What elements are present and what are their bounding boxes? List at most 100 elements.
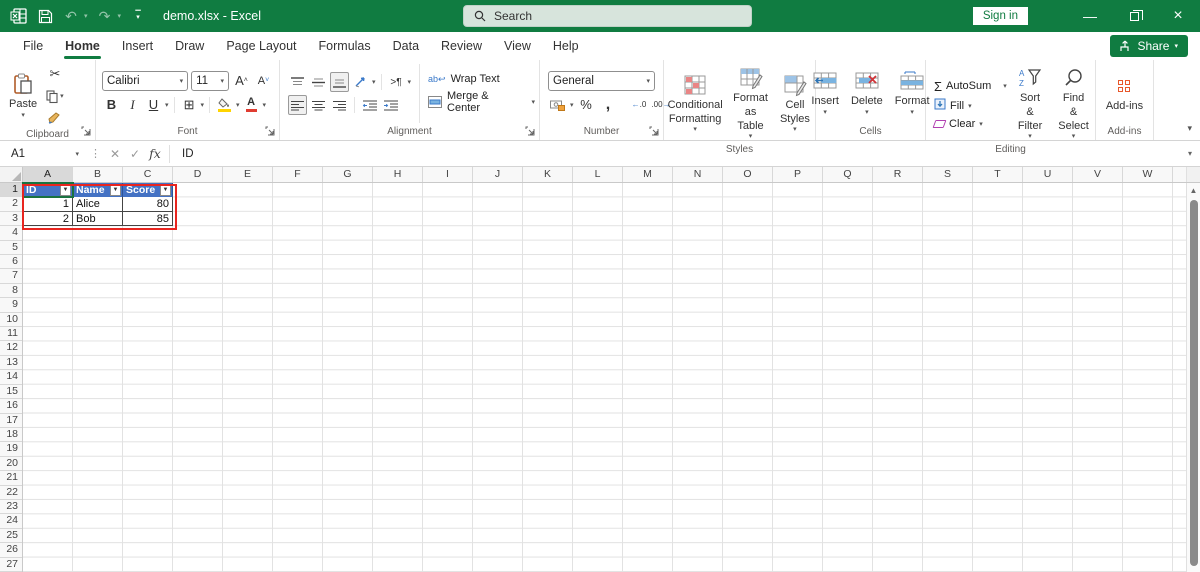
- number-format-combobox[interactable]: General ▾: [548, 70, 655, 91]
- tab-review[interactable]: Review: [430, 33, 493, 59]
- align-top-icon[interactable]: [288, 72, 307, 92]
- tab-insert[interactable]: Insert: [111, 33, 164, 59]
- cancel-entry-icon[interactable]: ✕: [105, 147, 125, 161]
- tab-file[interactable]: File: [12, 33, 54, 59]
- cell-C2[interactable]: 80: [123, 197, 173, 212]
- row-header-18[interactable]: 18: [0, 428, 22, 443]
- wrap-text-button[interactable]: ab ↩ Wrap Text: [428, 73, 500, 85]
- cell-C3[interactable]: 85: [123, 211, 173, 227]
- column-header-F[interactable]: F: [273, 167, 323, 182]
- cell-grid[interactable]: ID ▼ Name ▼ Score ▼ 1 Alice 80 2 Bob 85: [22, 182, 1186, 572]
- column-header-R[interactable]: R: [873, 167, 923, 182]
- number-dialog-launcher[interactable]: [649, 126, 660, 137]
- filter-dropdown-icon-B1[interactable]: ▼: [110, 184, 121, 196]
- column-header-O[interactable]: O: [723, 167, 773, 182]
- excel-app-icon[interactable]: [8, 5, 30, 27]
- row-header-7[interactable]: 7: [0, 269, 22, 284]
- bold-button[interactable]: B: [102, 95, 121, 115]
- column-header-D[interactable]: D: [173, 167, 223, 182]
- comma-style-button[interactable]: ,: [599, 95, 618, 115]
- align-center-icon[interactable]: [309, 95, 328, 115]
- orientation-dropdown-icon[interactable]: ▾: [372, 78, 376, 86]
- search-box[interactable]: Search: [463, 5, 752, 27]
- clipboard-dialog-launcher[interactable]: [81, 126, 92, 137]
- fill-color-icon[interactable]: [215, 95, 234, 115]
- row-header-20[interactable]: 20: [0, 457, 22, 472]
- font-name-combobox[interactable]: Calibri ▾: [102, 70, 189, 91]
- name-box-resize-handle[interactable]: ⋮: [86, 147, 105, 160]
- autosum-button[interactable]: Σ AutoSum ▾: [934, 79, 1007, 94]
- insert-function-icon[interactable]: fx: [145, 146, 165, 161]
- decrease-font-size-icon[interactable]: A ˅: [254, 71, 273, 91]
- column-header-M[interactable]: M: [623, 167, 673, 182]
- row-header-19[interactable]: 19: [0, 442, 22, 457]
- column-header-A[interactable]: A: [23, 167, 73, 182]
- addins-button[interactable]: Add-ins: [1101, 72, 1148, 116]
- row-header-8[interactable]: 8: [0, 284, 22, 299]
- column-header-J[interactable]: J: [473, 167, 523, 182]
- font-size-combobox[interactable]: 11 ▾: [191, 70, 229, 91]
- close-button[interactable]: ×: [1156, 0, 1200, 32]
- find-select-button[interactable]: Find & Select ▾: [1053, 64, 1094, 144]
- align-left-icon[interactable]: [288, 95, 307, 115]
- row-header-25[interactable]: 25: [0, 529, 22, 544]
- row-header-3[interactable]: 3: [0, 212, 22, 227]
- paste-button[interactable]: Paste ▾: [4, 70, 42, 123]
- row-header-27[interactable]: 27: [0, 558, 22, 572]
- increase-font-size-icon[interactable]: A ˄: [232, 71, 251, 91]
- decrease-indent-icon[interactable]: [360, 95, 379, 115]
- expand-formula-bar-icon[interactable]: ▾: [1180, 149, 1200, 158]
- vertical-scrollbar[interactable]: ▲: [1186, 183, 1200, 572]
- name-box-dropdown-icon[interactable]: ▾: [75, 150, 79, 158]
- name-box[interactable]: A1 ▾: [4, 144, 86, 164]
- restore-button[interactable]: [1112, 0, 1156, 32]
- cell-B3[interactable]: Bob: [73, 211, 123, 227]
- format-painter-icon[interactable]: [44, 108, 66, 128]
- tab-formulas[interactable]: Formulas: [308, 33, 382, 59]
- alignment-dialog-launcher[interactable]: [525, 126, 536, 137]
- insert-cells-button[interactable]: Insert ▾: [806, 67, 844, 120]
- save-icon[interactable]: [34, 5, 56, 27]
- underline-button[interactable]: U: [144, 95, 163, 115]
- font-color-icon[interactable]: A: [242, 95, 261, 115]
- accounting-dropdown-icon[interactable]: ▾: [570, 101, 574, 109]
- row-header-23[interactable]: 23: [0, 500, 22, 515]
- delete-cells-button[interactable]: Delete ▾: [846, 67, 888, 120]
- scroll-up-icon[interactable]: ▲: [1190, 183, 1198, 198]
- column-header-V[interactable]: V: [1073, 167, 1123, 182]
- cell-A2[interactable]: 1: [23, 197, 73, 212]
- cell-A3[interactable]: 2: [23, 211, 73, 227]
- row-header-6[interactable]: 6: [0, 255, 22, 270]
- undo-icon[interactable]: ↶: [60, 5, 82, 27]
- merge-center-button[interactable]: Merge & Center ▾: [428, 90, 535, 114]
- collapse-ribbon-icon[interactable]: ▾: [1187, 123, 1192, 134]
- align-middle-icon[interactable]: [309, 72, 328, 92]
- row-header-24[interactable]: 24: [0, 514, 22, 529]
- row-header-26[interactable]: 26: [0, 543, 22, 558]
- merge-center-dropdown-icon[interactable]: ▾: [531, 98, 535, 106]
- tab-help[interactable]: Help: [542, 33, 590, 59]
- row-header-2[interactable]: 2: [0, 197, 22, 212]
- redo-icon[interactable]: ↷: [94, 5, 116, 27]
- row-header-21[interactable]: 21: [0, 471, 22, 486]
- cell-B1[interactable]: Name ▼: [73, 183, 123, 198]
- copy-icon[interactable]: ▾: [44, 86, 66, 106]
- minimize-button[interactable]: —: [1068, 0, 1112, 32]
- column-header-N[interactable]: N: [673, 167, 723, 182]
- sort-filter-button[interactable]: AZ Sort & Filter ▾: [1013, 64, 1047, 144]
- underline-dropdown-icon[interactable]: ▾: [165, 101, 169, 109]
- sign-in-button[interactable]: Sign in: [972, 7, 1028, 25]
- row-header-16[interactable]: 16: [0, 399, 22, 414]
- row-header-12[interactable]: 12: [0, 341, 22, 356]
- row-header-11[interactable]: 11: [0, 327, 22, 342]
- row-header-1[interactable]: 1: [0, 183, 22, 198]
- font-dialog-launcher[interactable]: [265, 126, 276, 137]
- align-bottom-icon[interactable]: [330, 72, 349, 92]
- column-header-P[interactable]: P: [773, 167, 823, 182]
- cell-A1[interactable]: ID ▼: [23, 183, 73, 198]
- column-header-U[interactable]: U: [1023, 167, 1073, 182]
- tab-view[interactable]: View: [493, 33, 542, 59]
- cell-C1[interactable]: Score ▼: [123, 183, 173, 198]
- cell-B2[interactable]: Alice: [73, 197, 123, 212]
- confirm-entry-icon[interactable]: ✓: [125, 147, 145, 161]
